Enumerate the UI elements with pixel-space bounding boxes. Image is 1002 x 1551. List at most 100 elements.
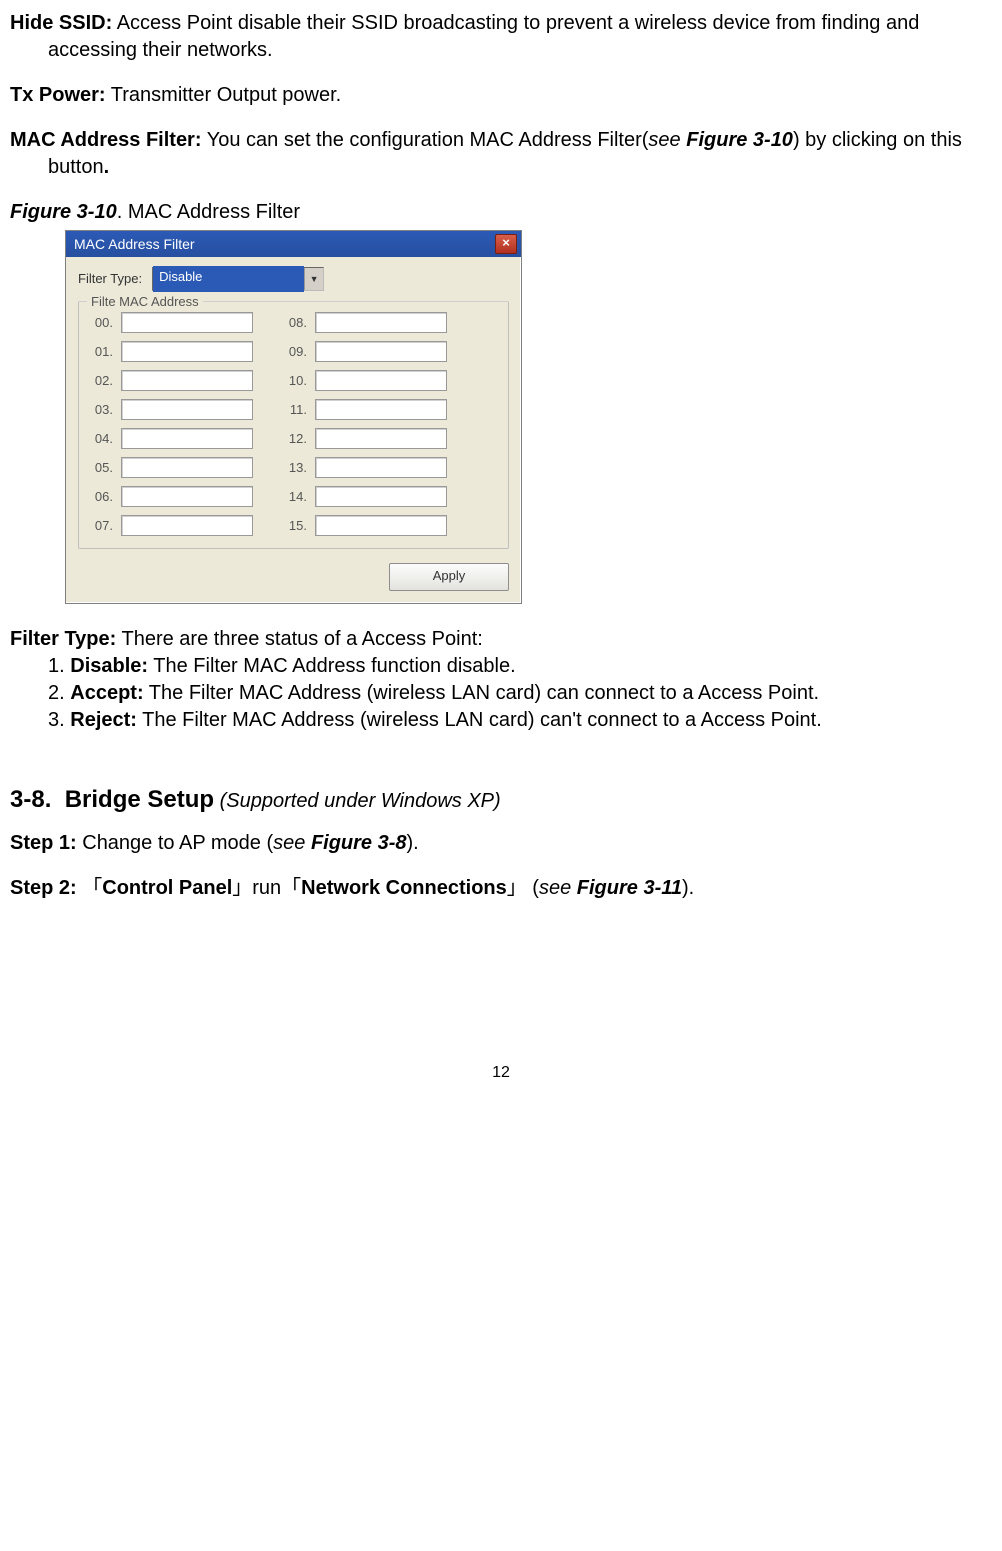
mac-input-04[interactable] (121, 428, 253, 449)
step2-see: see (539, 877, 577, 899)
mac-input-09[interactable] (315, 341, 447, 362)
filter-type-header-text: There are three status of a Access Point… (116, 628, 483, 650)
mac-label: 08. (283, 314, 307, 332)
mac-input-14[interactable] (315, 486, 447, 507)
mac-label: 12. (283, 430, 307, 448)
group-legend: Filte MAC Address (87, 293, 203, 311)
mac-row: 10. (283, 370, 447, 391)
filter-type-header: Filter Type: There are three status of a… (10, 626, 992, 653)
filter-type-section: Filter Type: There are three status of a… (10, 626, 992, 734)
mac-row: 07. (89, 515, 253, 536)
step2-control-panel: Control Panel (102, 877, 232, 899)
mac-row: 08. (283, 312, 447, 333)
filter-type-label: Filter Type: (78, 270, 142, 288)
mac-input-15[interactable] (315, 515, 447, 536)
mac-filter-see: see (648, 129, 686, 151)
section-subtitle: (Supported under Windows XP) (214, 790, 501, 812)
mac-input-12[interactable] (315, 428, 447, 449)
item3-label: Reject: (70, 709, 137, 731)
section-title: Bridge Setup (65, 786, 214, 813)
mac-row: 04. (89, 428, 253, 449)
step1-text-b: ). (407, 832, 419, 854)
filter-type-row: Filter Type: Disable ▼ (78, 267, 509, 291)
mac-row: 14. (283, 486, 447, 507)
mac-label: 01. (89, 343, 113, 361)
item2-text: The Filter MAC Address (wireless LAN car… (144, 682, 819, 704)
mac-label: 09. (283, 343, 307, 361)
filter-type-list: 1. Disable: The Filter MAC Address funct… (10, 653, 992, 734)
mac-row: 03. (89, 399, 253, 420)
list-item-accept: 2. Accept: The Filter MAC Address (wirel… (48, 680, 992, 707)
close-button[interactable]: × (495, 234, 517, 254)
mac-label: 04. (89, 430, 113, 448)
close-icon: × (502, 235, 510, 250)
mac-row: 13. (283, 457, 447, 478)
hide-ssid-text: Access Point disable their SSID broadcas… (48, 12, 919, 61)
item3-text: The Filter MAC Address (wireless LAN car… (137, 709, 822, 731)
section-heading: 3-8. Bridge Setup (Supported under Windo… (10, 784, 992, 816)
item3-prefix: 3. (48, 709, 70, 731)
figure-ref: Figure 3-10 (10, 201, 117, 223)
mac-input-02[interactable] (121, 370, 253, 391)
step1-paragraph: Step 1: Change to AP mode (see Figure 3-… (10, 830, 992, 857)
mac-col-left: 00. 01. 02. 03. 04. 05. 06. 07. (89, 312, 253, 536)
filter-type-select[interactable]: Disable ▼ (152, 267, 324, 291)
apply-row: Apply (78, 563, 509, 591)
mac-label: 06. (89, 488, 113, 506)
mac-filter-ref: Figure 3-10 (686, 129, 793, 151)
mac-input-06[interactable] (121, 486, 253, 507)
chevron-down-icon: ▼ (304, 268, 323, 290)
mac-row: 15. (283, 515, 447, 536)
figure-caption: Figure 3-10. MAC Address Filter (10, 199, 992, 226)
mac-label: 15. (283, 517, 307, 535)
mac-col-right: 08. 09. 10. 11. 12. 13. 14. 15. (283, 312, 447, 536)
mac-row: 06. (89, 486, 253, 507)
mac-input-11[interactable] (315, 399, 447, 420)
mac-row: 01. (89, 341, 253, 362)
mac-row: 11. (283, 399, 447, 420)
step1-text-a: Change to AP mode ( (77, 832, 273, 854)
mac-input-08[interactable] (315, 312, 447, 333)
mac-label: 02. (89, 372, 113, 390)
dialog-title: MAC Address Filter (74, 235, 195, 254)
item2-label: Accept: (70, 682, 143, 704)
mac-label: 03. (89, 401, 113, 419)
step2-text-b: 」 ( (507, 877, 539, 899)
step2-text-c: ). (682, 877, 694, 899)
mac-input-00[interactable] (121, 312, 253, 333)
mac-input-07[interactable] (121, 515, 253, 536)
list-item-disable: 1. Disable: The Filter MAC Address funct… (48, 653, 992, 680)
mac-label: 05. (89, 459, 113, 477)
mac-label: 10. (283, 372, 307, 390)
mac-input-13[interactable] (315, 457, 447, 478)
mac-filter-dialog: MAC Address Filter × Filter Type: Disabl… (65, 230, 522, 604)
mac-label: 13. (283, 459, 307, 477)
mac-input-10[interactable] (315, 370, 447, 391)
mac-row: 12. (283, 428, 447, 449)
page-number: 12 (10, 1062, 992, 1084)
mac-label: 07. (89, 517, 113, 535)
item1-text: The Filter MAC Address function disable. (148, 655, 516, 677)
mac-input-01[interactable] (121, 341, 253, 362)
mac-label: 00. (89, 314, 113, 332)
item1-label: Disable: (70, 655, 148, 677)
step2-mid: 」run「 (232, 877, 301, 899)
mac-label: 14. (283, 488, 307, 506)
tx-power-label: Tx Power: (10, 84, 106, 106)
mac-input-03[interactable] (121, 399, 253, 420)
step1-see: see (273, 832, 311, 854)
mac-grid: 00. 01. 02. 03. 04. 05. 06. 07. 08. 09. … (89, 312, 498, 536)
step2-paragraph: Step 2: 「Control Panel」run「Network Conne… (10, 875, 992, 902)
mac-filter-label: MAC Address Filter: (10, 129, 202, 151)
step2-ref: Figure 3-11 (577, 877, 682, 899)
mac-filter-text-a: You can set the configuration MAC Addres… (202, 129, 649, 151)
mac-filter-period: . (104, 156, 110, 178)
apply-button[interactable]: Apply (389, 563, 509, 591)
mac-row: 02. (89, 370, 253, 391)
mac-row: 09. (283, 341, 447, 362)
item1-prefix: 1. (48, 655, 70, 677)
mac-row: 00. (89, 312, 253, 333)
mac-input-05[interactable] (121, 457, 253, 478)
hide-ssid-paragraph: Hide SSID: Access Point disable their SS… (10, 10, 992, 64)
tx-power-paragraph: Tx Power: Transmitter Output power. (10, 82, 992, 109)
